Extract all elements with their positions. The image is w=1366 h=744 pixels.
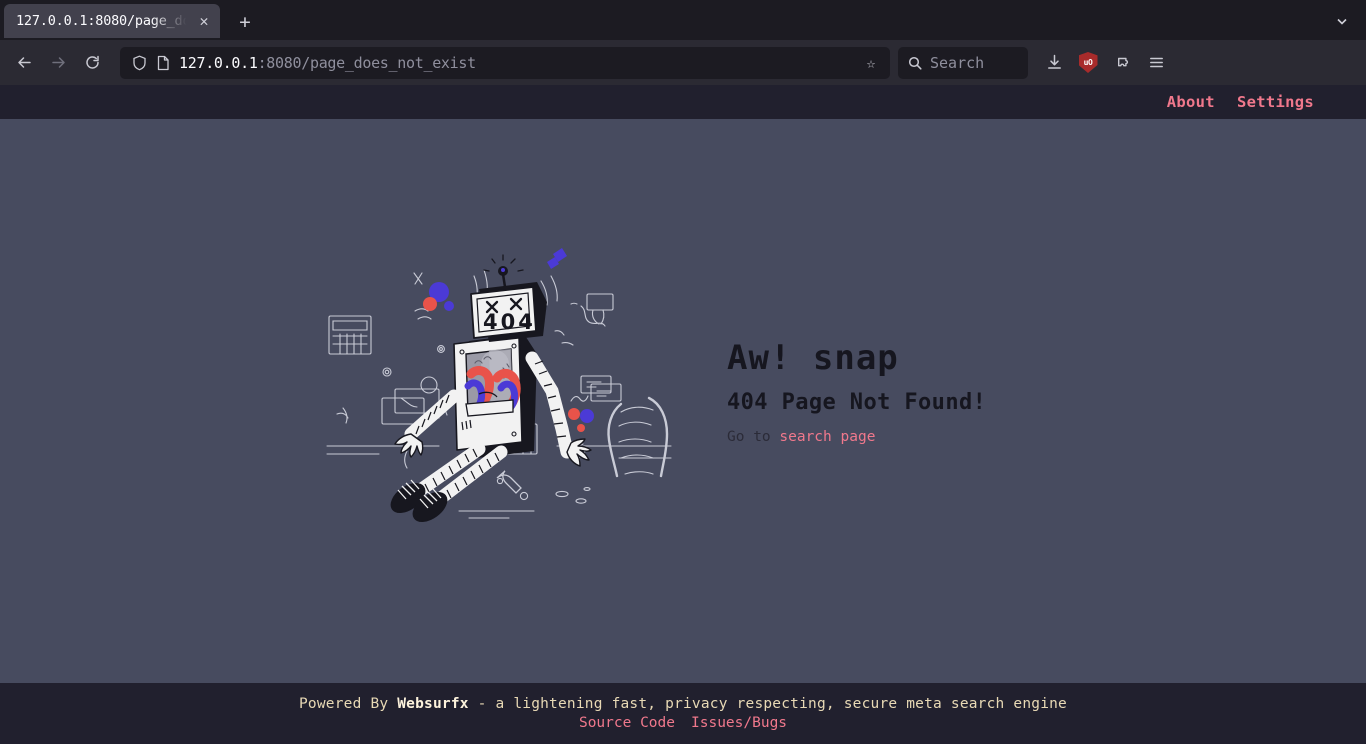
app-menu-icon[interactable]: [1140, 47, 1172, 79]
browser-window: 127.0.0.1:8080/page_does_not_exist ✕ +: [0, 0, 1366, 744]
chevron-down-icon[interactable]: [1328, 7, 1356, 35]
forward-icon[interactable]: [42, 47, 74, 79]
site-header: About Settings: [0, 85, 1366, 119]
footer-tagline-text: - a lightening fast, privacy respecting,…: [468, 696, 1067, 712]
ublock-origin-icon[interactable]: uO: [1072, 47, 1104, 79]
shield-badge: uO: [1078, 52, 1098, 73]
reload-icon[interactable]: [76, 47, 108, 79]
error-text-block: Aw! snap 404 Page Not Found! Go to searc…: [727, 338, 1047, 445]
search-icon: [908, 56, 922, 70]
svg-text:404: 404: [483, 310, 536, 334]
bookmark-star-icon[interactable]: ☆: [860, 54, 882, 72]
site-footer: Powered By Websurfx - a lightening fast,…: [0, 683, 1366, 744]
footer-link-issues-bugs[interactable]: Issues/Bugs: [691, 715, 787, 731]
toolbar-icon-group: uO: [1038, 47, 1172, 79]
footer-brand: Websurfx: [397, 696, 469, 712]
downloads-icon[interactable]: [1038, 47, 1070, 79]
error-content: 404 Aw! snap 404 Page Not Found! Go to s…: [0, 119, 1366, 683]
url-path: :8080/page_does_not_exist: [257, 53, 477, 72]
nav-link-about[interactable]: About: [1167, 93, 1215, 111]
tab-strip: 127.0.0.1:8080/page_does_not_exist ✕ +: [0, 0, 1366, 40]
address-bar[interactable]: 127.0.0.1:8080/page_does_not_exist ☆: [120, 46, 890, 79]
ublock-label: uO: [1083, 58, 1093, 67]
search-bar[interactable]: Search: [898, 46, 1028, 79]
browser-tab[interactable]: 127.0.0.1:8080/page_does_not_exist ✕: [4, 4, 220, 38]
page-viewport: About Settings 404 Aw! snap 404 Page Not…: [0, 85, 1366, 744]
goto-prefix: Go to: [727, 428, 780, 445]
navigation-toolbar: 127.0.0.1:8080/page_does_not_exist ☆ Sea…: [0, 40, 1366, 85]
page-info-icon[interactable]: [156, 55, 170, 71]
new-tab-button[interactable]: +: [230, 7, 260, 37]
search-page-link[interactable]: search page: [779, 429, 875, 445]
error-subheading: 404 Page Not Found!: [727, 389, 987, 415]
footer-powered-prefix: Powered By: [299, 696, 398, 712]
broken-robot-illustration: 404: [326, 248, 672, 522]
shield-icon[interactable]: [132, 54, 147, 71]
url-host: 127.0.0.1: [179, 53, 258, 72]
footer-tagline: Powered By Websurfx - a lightening fast,…: [299, 696, 1067, 712]
tab-title: 127.0.0.1:8080/page_does_not_exist: [16, 13, 190, 29]
extensions-icon[interactable]: [1106, 47, 1138, 79]
close-icon[interactable]: ✕: [194, 11, 214, 31]
error-heading: Aw! snap: [727, 337, 899, 378]
nav-link-settings[interactable]: Settings: [1237, 93, 1314, 111]
back-icon[interactable]: [8, 47, 40, 79]
search-placeholder: Search: [930, 53, 985, 72]
goto-line: Go to search page: [727, 429, 1047, 445]
error-illustration: 404: [319, 246, 679, 536]
footer-link-source-code[interactable]: Source Code: [579, 715, 675, 731]
footer-link-group: Source Code Issues/Bugs: [579, 715, 787, 731]
url-text: 127.0.0.1:8080/page_does_not_exist: [179, 54, 851, 72]
